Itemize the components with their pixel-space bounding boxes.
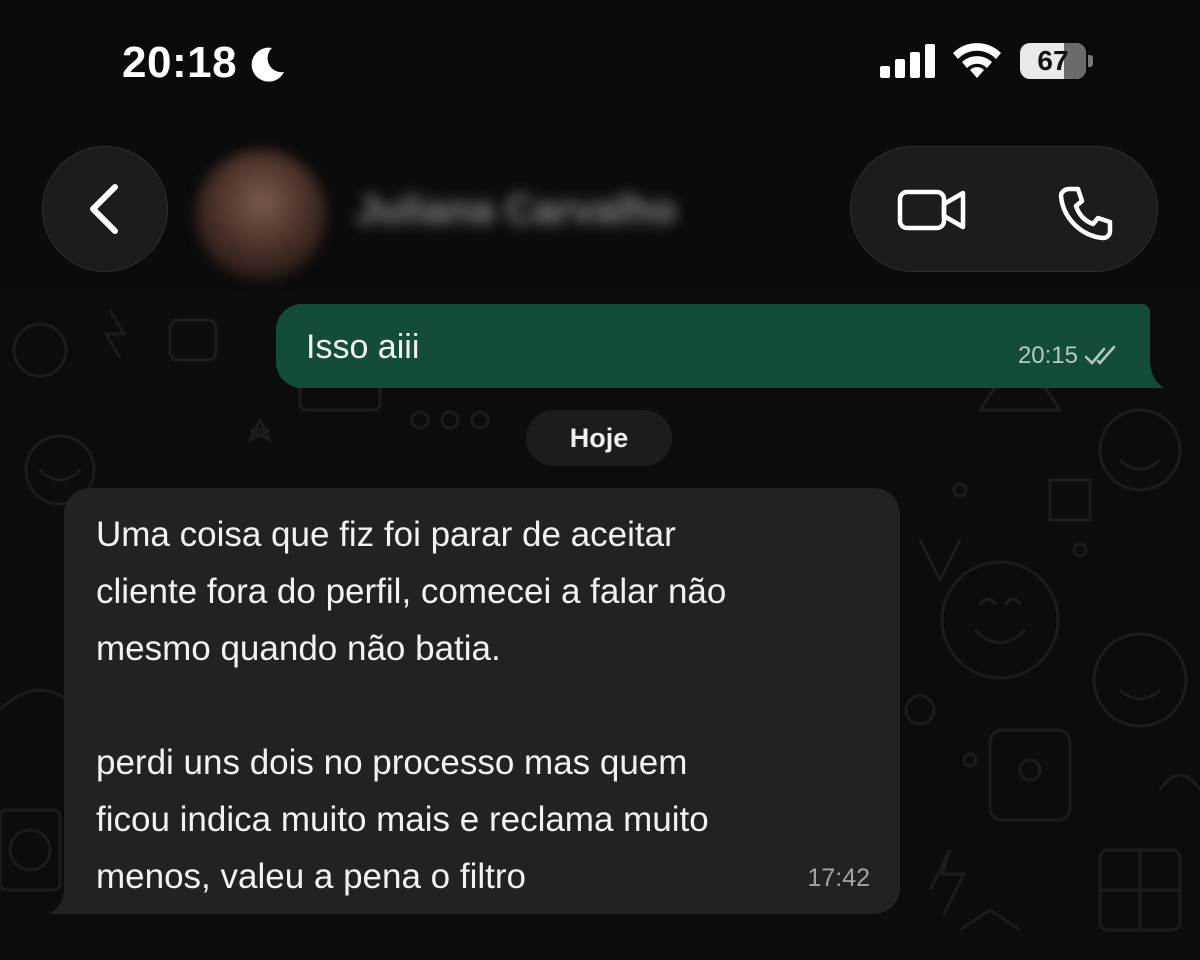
- moon-icon: [248, 44, 288, 89]
- message-meta: 20:15: [1018, 342, 1120, 370]
- voice-call-button[interactable]: [1057, 185, 1113, 241]
- back-button[interactable]: [42, 146, 168, 272]
- message-time: 20:15: [1017, 342, 1078, 369]
- message-line: perdi uns dois no processo mas quem: [96, 743, 688, 782]
- battery-icon: 67: [1020, 43, 1093, 79]
- message-line: cliente fora do perfil, comecei a falar …: [96, 572, 727, 611]
- wifi-icon: [952, 40, 1002, 85]
- battery-level: 67: [1037, 45, 1069, 76]
- message-line: menos, valeu a pena o filtro: [96, 857, 526, 896]
- incoming-message[interactable]: Uma coisa que fiz foi parar de aceitar c…: [64, 488, 900, 914]
- phone-icon: [1058, 186, 1113, 241]
- chevron-left-icon: [90, 184, 118, 234]
- status-time: 20:18: [122, 38, 238, 87]
- contact-avatar[interactable]: [196, 150, 326, 280]
- double-check-icon: [1084, 345, 1116, 365]
- message-line: mesmo quando não batia.: [96, 629, 501, 668]
- message-text: Isso aiii: [306, 328, 420, 366]
- message-line: ficou indica muito mais e reclama muito: [96, 800, 709, 839]
- call-actions: [850, 146, 1158, 272]
- video-camera-icon: [897, 189, 966, 231]
- video-call-button[interactable]: [897, 187, 967, 233]
- outgoing-message[interactable]: Isso aiii 20:15: [276, 304, 1150, 388]
- contact-name[interactable]: Juliana Carvalho: [356, 188, 676, 233]
- message-time: 17:42: [807, 864, 870, 892]
- date-separator: Hoje: [526, 410, 672, 466]
- incoming-bubble-tail: [48, 888, 78, 914]
- message-line: Uma coisa que fiz foi parar de aceitar: [96, 515, 676, 554]
- outgoing-bubble-tail: [1130, 358, 1164, 388]
- message-line-blank: [96, 677, 876, 734]
- message-text: Uma coisa que fiz foi parar de aceitar c…: [96, 506, 876, 905]
- cellular-signal-icon: [880, 44, 936, 83]
- status-bar: 20:18 67: [0, 0, 1200, 125]
